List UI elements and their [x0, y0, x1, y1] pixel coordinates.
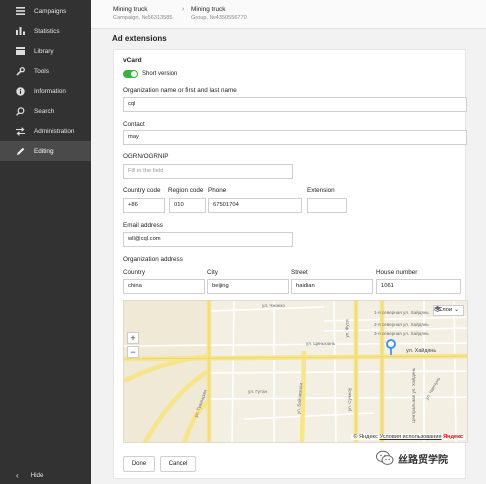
sidebar: Campaigns Statistics Library Tools Infor… — [0, 0, 91, 484]
sidebar-item-label: Search — [34, 107, 55, 115]
map-street-label: ул. Гутан — [248, 389, 268, 394]
breadcrumb-campaign-subtitle: Campaign, №56313585 — [113, 15, 173, 21]
city-label: City — [207, 269, 218, 276]
map-street-label: ул. Фуси — [344, 319, 350, 338]
sidebar-hide-label: Hide — [30, 471, 44, 479]
map-terms-link[interactable]: Условия использования — [379, 434, 441, 440]
sidebar-item-tools[interactable]: Tools — [0, 61, 91, 81]
sidebar-item-administration[interactable]: Administration — [0, 121, 91, 141]
pencil-icon — [16, 147, 25, 156]
sidebar-item-label: Campaigns — [34, 7, 67, 15]
breadcrumb-group-subtitle: Group, №4350556770 — [191, 15, 247, 21]
country-code-input[interactable]: +86 — [123, 198, 165, 213]
house-number-input[interactable]: 1061 — [376, 279, 461, 294]
phone-label: Phone — [208, 187, 227, 194]
street-label: Street — [291, 269, 308, 276]
info-icon — [16, 86, 25, 96]
sidebar-item-label: Information — [34, 87, 66, 95]
cancel-button[interactable]: Cancel — [160, 456, 196, 472]
main-content: Ad extensions vCard Short version Organi… — [91, 29, 486, 484]
library-icon — [16, 47, 25, 56]
region-code-input[interactable]: 010 — [169, 198, 206, 213]
location-map[interactable]: + − Слои ⌄ ул. Чжэнкэ 1-я северная ул. Х… — [123, 300, 468, 443]
map-street-label: ул. Хайдянь — [406, 348, 437, 354]
vcard-panel: vCard Short version Organization name or… — [113, 49, 468, 479]
breadcrumb-group[interactable]: Mining truck Group, №4350556770 — [191, 6, 247, 22]
sidebar-item-library[interactable]: Library — [0, 41, 91, 61]
sidebar-item-label: Statistics — [34, 27, 60, 35]
sidebar-hide-button[interactable]: ‹ Hide — [0, 466, 91, 484]
menu-icon — [16, 7, 25, 16]
bar-chart-icon — [16, 27, 25, 36]
map-street-label: 2-я северная ул. Хайдянь — [374, 322, 429, 327]
org-address-label: Organization address — [123, 256, 183, 263]
toggle-knob — [131, 71, 137, 77]
country-code-label: Country code — [123, 187, 161, 194]
org-name-label: Organization name or first and last name — [123, 87, 237, 94]
ogrn-label: OGRN/OGRNIP — [123, 153, 169, 160]
breadcrumb-group-title: Mining truck — [191, 6, 226, 13]
zoom-out-button[interactable]: − — [127, 346, 139, 358]
done-button[interactable]: Done — [123, 456, 155, 472]
extension-input[interactable] — [307, 198, 347, 213]
email-label: Email address — [123, 222, 163, 229]
map-copyright: © Яндекс — [353, 434, 378, 440]
wrench-icon — [16, 66, 25, 76]
sidebar-item-editing[interactable]: Editing — [0, 141, 91, 161]
transfer-icon — [16, 126, 25, 136]
chevron-right-icon: › — [182, 6, 185, 13]
map-street-label: ул. Чжэнкэ — [262, 303, 285, 308]
map-street-label: Центральная ул. Хайдянь — [411, 367, 417, 424]
country-label: Country — [123, 269, 146, 276]
layers-icon — [434, 306, 442, 312]
watermark-text: 丝路贸学院 — [398, 454, 448, 466]
country-input[interactable]: china — [123, 279, 205, 294]
short-version-toggle[interactable] — [123, 70, 138, 78]
breadcrumb-campaign[interactable]: Mining truck Campaign, №56313585 — [113, 6, 173, 22]
map-street-label: ул. Сучжоу — [347, 387, 353, 412]
sidebar-item-label: Library — [34, 47, 54, 55]
map-street-label: 3-я северная ул. Хайдянь — [374, 331, 429, 336]
sidebar-item-search[interactable]: Search — [0, 101, 91, 121]
map-attribution: © Яндекс Условия использования Яндекс — [351, 434, 465, 440]
page-title: Ad extensions — [112, 34, 167, 43]
zoom-in-button[interactable]: + — [127, 332, 139, 344]
region-code-label: Region code — [168, 187, 204, 194]
layers-button[interactable]: Слои ⌄ — [433, 305, 464, 316]
phone-input[interactable]: 67501704 — [208, 198, 302, 213]
sidebar-item-label: Editing — [34, 147, 54, 155]
street-input[interactable]: haidian — [291, 279, 373, 294]
search-icon — [16, 106, 25, 116]
chevron-down-icon: ⌄ — [454, 307, 459, 313]
chevron-left-icon: ‹ — [16, 470, 19, 480]
vcard-title: vCard — [123, 57, 142, 64]
sidebar-item-label: Tools — [34, 67, 49, 75]
sidebar-item-information[interactable]: Information — [0, 81, 91, 101]
sidebar-item-label: Administration — [34, 127, 75, 135]
org-name-input[interactable]: cql — [123, 97, 467, 112]
wechat-icon — [376, 450, 394, 465]
contact-label: Contact — [123, 121, 145, 128]
house-number-label: House number — [376, 269, 418, 276]
breadcrumb: Mining truck Campaign, №56313585 › Minin… — [91, 0, 486, 29]
ogrn-input[interactable]: Fill in the field — [123, 164, 293, 179]
yandex-logo: Яндекс — [443, 434, 463, 440]
contact-input[interactable]: may — [123, 130, 467, 145]
breadcrumb-campaign-title: Mining truck — [113, 6, 148, 13]
city-input[interactable]: beijing — [207, 279, 289, 294]
map-street-label: ул. Циньюань — [306, 341, 336, 346]
map-street-label: 1-я северная ул. Хайдянь — [374, 310, 429, 315]
sidebar-item-statistics[interactable]: Statistics — [0, 21, 91, 41]
short-version-label: Short version — [142, 71, 178, 77]
watermark: 丝路贸学院 — [376, 449, 448, 467]
extension-label: Extension — [307, 187, 335, 194]
email-input[interactable]: wll@cql.com — [123, 232, 293, 247]
sidebar-item-campaigns[interactable]: Campaigns — [0, 1, 91, 21]
